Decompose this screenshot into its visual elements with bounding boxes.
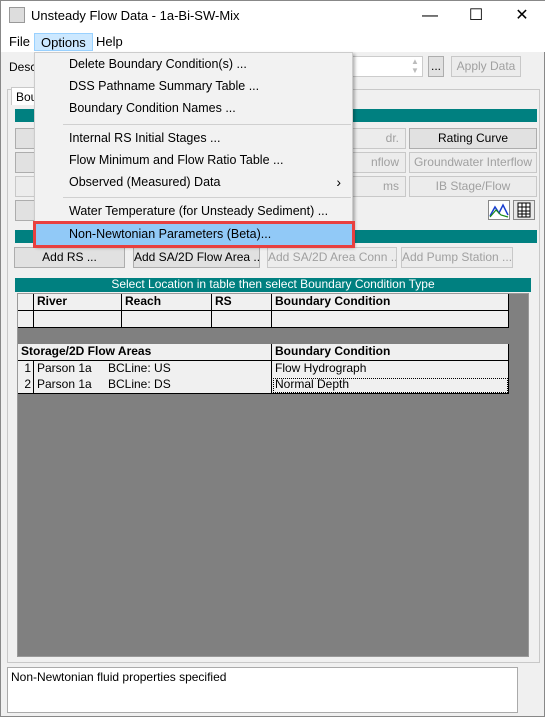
menu-help[interactable]: Help <box>90 33 129 51</box>
groundwater-interflow-button[interactable]: Groundwater Interflow <box>409 152 537 173</box>
menu-item-label: Observed (Measured) Data <box>69 175 221 189</box>
status-message: Non-Newtonian fluid properties specified <box>7 667 518 713</box>
menu-separator <box>63 197 351 198</box>
menu-item-non-newtonian-parameters[interactable]: Non-Newtonian Parameters (Beta)... <box>33 221 355 248</box>
column-header-boundary-condition: Boundary Condition <box>272 294 509 311</box>
maximize-button[interactable]: ☐ <box>453 5 499 27</box>
row-header <box>18 294 34 311</box>
bc-line: BCLine: DS <box>108 377 171 391</box>
description-label: Desc <box>9 60 37 74</box>
menu-item-observed-data[interactable]: Observed (Measured) Data › <box>36 172 351 193</box>
area-name: Parson 1a <box>37 377 92 391</box>
table-row[interactable]: Parson 1a BCLine: US <box>34 361 272 378</box>
menu-file[interactable]: File <box>3 33 36 51</box>
minimize-button[interactable]: — <box>407 5 453 27</box>
browse-button[interactable]: ... <box>428 56 444 77</box>
menu-item-water-temperature[interactable]: Water Temperature (for Unsteady Sediment… <box>36 201 351 222</box>
row-number: 2 <box>18 377 34 394</box>
menu-item-bc-names[interactable]: Boundary Condition Names ... <box>36 98 351 119</box>
table-cell[interactable] <box>34 311 122 328</box>
submenu-arrow-icon: › <box>336 174 341 190</box>
rating-curve-button[interactable]: Rating Curve <box>409 128 537 149</box>
boundary-condition-cell-selected[interactable]: Normal Depth <box>272 377 509 394</box>
menu-item-dss-pathname-summary[interactable]: DSS Pathname Summary Table ... <box>36 76 351 97</box>
apply-data-button[interactable]: Apply Data <box>451 56 521 77</box>
table-cell[interactable] <box>272 311 509 328</box>
column-header-reach: Reach <box>122 294 212 311</box>
row-number: 1 <box>18 361 34 378</box>
options-dropdown-menu: Delete Boundary Condition(s) ... DSS Pat… <box>33 52 355 248</box>
menu-options[interactable]: Options <box>34 33 93 51</box>
column-header-rs: RS <box>212 294 272 311</box>
add-sa-2d-area-conn-button[interactable]: Add SA/2D Area Conn ... <box>267 247 397 268</box>
table-instruction-banner: Select Location in table then select Bou… <box>15 278 531 292</box>
table-cell[interactable] <box>122 311 212 328</box>
table-cell[interactable] <box>212 311 272 328</box>
row-header <box>18 311 34 328</box>
app-icon <box>9 7 25 23</box>
menu-item-delete-bc[interactable]: Delete Boundary Condition(s) ... <box>36 54 351 75</box>
bc-line: BCLine: US <box>108 361 171 375</box>
add-rs-button[interactable]: Add RS ... <box>14 247 125 268</box>
window-title: Unsteady Flow Data - 1a-Bi-SW-Mix <box>31 8 240 23</box>
table-icon[interactable] <box>513 200 535 220</box>
ib-stage-flow-button[interactable]: IB Stage/Flow <box>409 176 537 197</box>
add-pump-station-button[interactable]: Add Pump Station ... <box>401 247 513 268</box>
column-header-river: River <box>34 294 122 311</box>
menu-item-flow-minimum-ratio[interactable]: Flow Minimum and Flow Ratio Table ... <box>36 150 351 171</box>
column-header-storage-areas: Storage/2D Flow Areas <box>18 344 272 361</box>
spinner-icon[interactable]: ▲ ▼ <box>408 57 422 76</box>
add-sa-2d-flow-area-button[interactable]: Add SA/2D Flow Area ... <box>133 247 260 268</box>
menu-item-internal-rs-initial-stages[interactable]: Internal RS Initial Stages ... <box>36 128 351 149</box>
boundary-table: River Reach RS Boundary Condition Storag… <box>17 293 529 657</box>
close-button[interactable]: ✕ <box>499 5 545 27</box>
hydrograph-plot-icon[interactable] <box>488 200 510 220</box>
table-row[interactable]: Parson 1a BCLine: DS <box>34 377 272 394</box>
menu-separator <box>63 124 351 125</box>
column-header-storage-bc: Boundary Condition <box>272 344 509 361</box>
area-name: Parson 1a <box>37 361 92 375</box>
boundary-condition-cell[interactable]: Flow Hydrograph <box>272 361 509 378</box>
